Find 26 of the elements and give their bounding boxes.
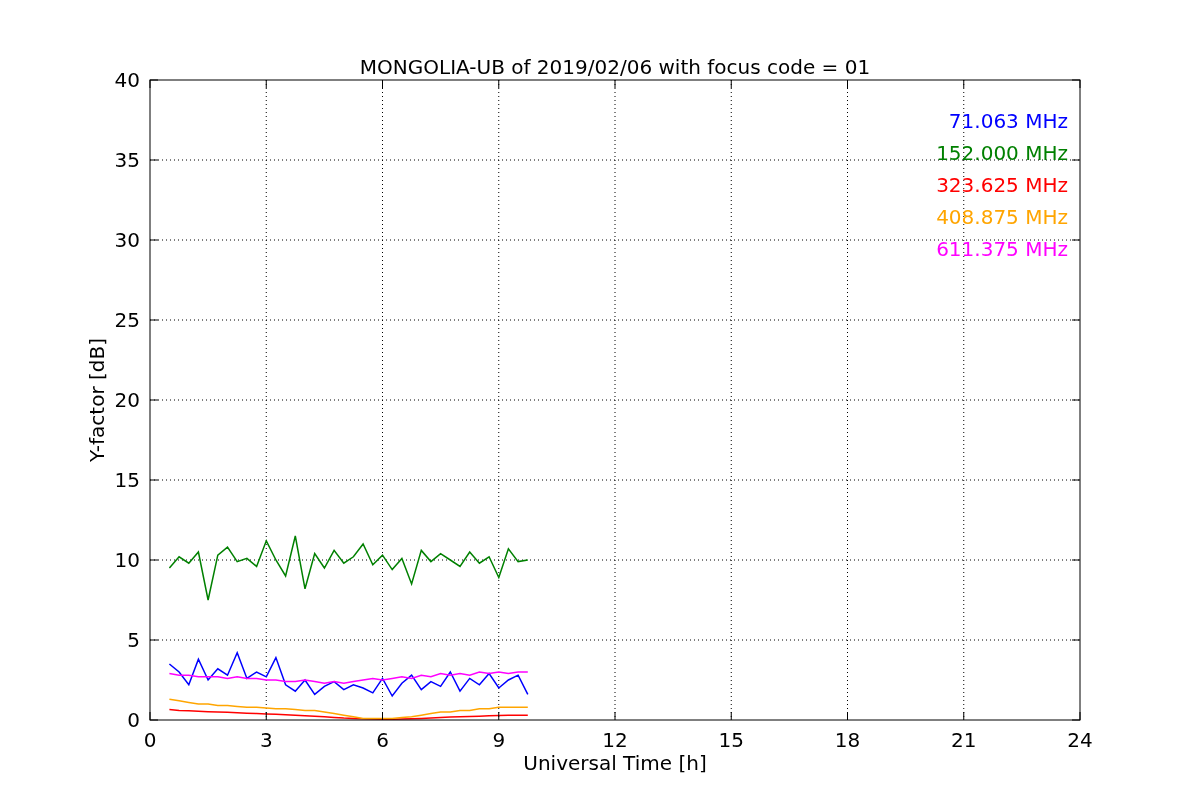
x-tick-label: 18 [834, 728, 861, 752]
y-tick-label: 20 [114, 388, 140, 412]
x-tick-label: 15 [718, 728, 744, 752]
x-tick-label: 21 [951, 728, 977, 752]
x-tick-label: 24 [1067, 728, 1093, 752]
y-tick-label: 40 [114, 68, 140, 92]
legend-label: 323.625 MHz [936, 173, 1068, 197]
x-tick-label: 9 [492, 728, 506, 752]
x-tick-label: 3 [259, 728, 273, 752]
y-tick-label: 10 [114, 548, 140, 572]
chart-title: MONGOLIA-UB of 2019/02/06 with focus code = 01 [359, 55, 871, 79]
y-tick-label: 30 [114, 228, 140, 252]
legend-label: 152.000 MHz [936, 141, 1068, 165]
y-axis-label: Y-factor [dB] [85, 338, 109, 462]
x-tick-label: 12 [602, 728, 628, 752]
y-tick-label: 25 [114, 308, 140, 332]
y-tick-label: 15 [114, 468, 140, 492]
legend-label: 611.375 MHz [936, 237, 1068, 261]
x-tick-label: 6 [376, 728, 389, 752]
x-axis-label: Universal Time [h] [523, 751, 707, 775]
y-tick-label: 0 [127, 708, 140, 732]
y-tick-label: 35 [114, 148, 140, 172]
y-tick-label: 5 [127, 628, 140, 652]
legend-label: 71.063 MHz [948, 109, 1068, 133]
legend-label: 408.875 MHz [936, 205, 1068, 229]
x-tick-label: 0 [143, 728, 157, 752]
